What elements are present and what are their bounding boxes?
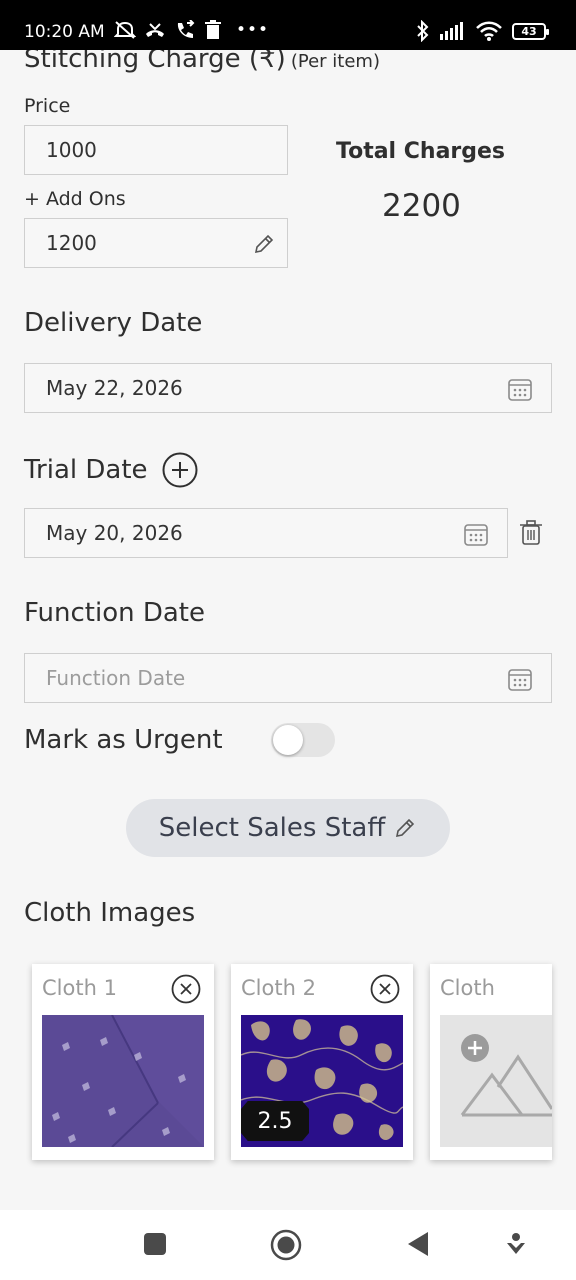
- calendar-icon[interactable]: [507, 666, 533, 692]
- cloth-card[interactable]: Cloth 1: [32, 964, 214, 1160]
- trial-date-input[interactable]: May 20, 2026: [24, 508, 508, 558]
- status-time: 10:20 AM: [24, 22, 105, 42]
- price-label: Price: [24, 95, 71, 117]
- size-badge-value: 2.5: [257, 1108, 293, 1134]
- status-notification-icons: •••: [114, 20, 269, 40]
- add-ons-label[interactable]: + Add Ons: [24, 188, 126, 210]
- mark-urgent-label: Mark as Urgent: [24, 725, 223, 755]
- function-date-title: Function Date: [24, 598, 205, 628]
- stitching-charge-heading: Stitching Charge (₹) (Per item): [24, 50, 380, 74]
- cloth-card[interactable]: Cloth: [430, 964, 552, 1160]
- cloth-images-title: Cloth Images: [24, 898, 196, 928]
- trial-date-title: Trial Date: [24, 455, 148, 485]
- status-bar: 10:20 AM ••• 43: [0, 0, 576, 50]
- home-button[interactable]: [270, 1229, 302, 1261]
- toggle-knob: [273, 725, 303, 755]
- back-button[interactable]: [406, 1230, 430, 1258]
- total-charges-value: 2200: [382, 188, 461, 224]
- more-notifications-icon: •••: [236, 20, 270, 40]
- price-value: 1000: [46, 138, 97, 162]
- add-circle-icon[interactable]: [162, 452, 198, 488]
- delivery-date-input[interactable]: May 22, 2026: [24, 363, 552, 413]
- bluetooth-icon: [417, 20, 429, 42]
- function-date-input[interactable]: Function Date: [24, 653, 552, 703]
- order-form: Stitching Charge (₹) (Per item) Price 10…: [0, 50, 576, 1210]
- close-circle-icon[interactable]: [370, 974, 400, 1004]
- add-image-icon[interactable]: [440, 1015, 552, 1147]
- trial-date-heading: Trial Date: [24, 452, 198, 488]
- cloth-card-label: Cloth 1: [42, 976, 117, 1000]
- trash-notification-icon: [205, 20, 221, 39]
- delivery-date-title: Delivery Date: [24, 308, 203, 338]
- select-sales-staff-label: Select Sales Staff: [158, 813, 386, 843]
- call-forward-icon: [177, 20, 195, 38]
- missed-call-icon: [146, 23, 164, 37]
- delivery-date-value: May 22, 2026: [46, 376, 183, 400]
- stitching-charge-title: Stitching Charge (₹): [24, 50, 286, 74]
- trial-date-value: May 20, 2026: [46, 521, 183, 545]
- calendar-icon[interactable]: [507, 376, 533, 402]
- per-item-note: (Per item): [290, 51, 380, 72]
- add-ons-input[interactable]: 1200: [24, 218, 288, 268]
- size-badge: 2.5: [241, 1101, 309, 1141]
- mute-notification-icon: [114, 21, 136, 39]
- total-charges-label: Total Charges: [336, 139, 506, 164]
- select-sales-staff-button[interactable]: Select Sales Staff: [126, 799, 450, 857]
- close-circle-icon[interactable]: [171, 974, 201, 1004]
- delete-icon[interactable]: [519, 520, 543, 546]
- cloth-image: [42, 1015, 204, 1147]
- add-ons-value: 1200: [46, 231, 97, 255]
- wifi-icon: [476, 21, 502, 41]
- battery-level: 43: [521, 24, 537, 38]
- cloth-card-label: Cloth 2: [241, 976, 316, 1000]
- edit-icon: [396, 818, 415, 838]
- recents-button[interactable]: [143, 1232, 167, 1256]
- signal-icon: [440, 22, 463, 40]
- cloth-card-label: Cloth: [440, 976, 495, 1000]
- calendar-icon[interactable]: [463, 521, 489, 547]
- status-system-icons: 43: [416, 20, 549, 42]
- system-navigation-bar: [0, 1210, 576, 1280]
- keyboard-hide-icon[interactable]: [505, 1233, 527, 1257]
- battery-icon: 43: [512, 22, 549, 40]
- edit-icon[interactable]: [252, 232, 276, 256]
- price-input[interactable]: 1000: [24, 125, 288, 175]
- urgent-toggle[interactable]: [271, 723, 335, 757]
- function-date-placeholder: Function Date: [46, 666, 186, 690]
